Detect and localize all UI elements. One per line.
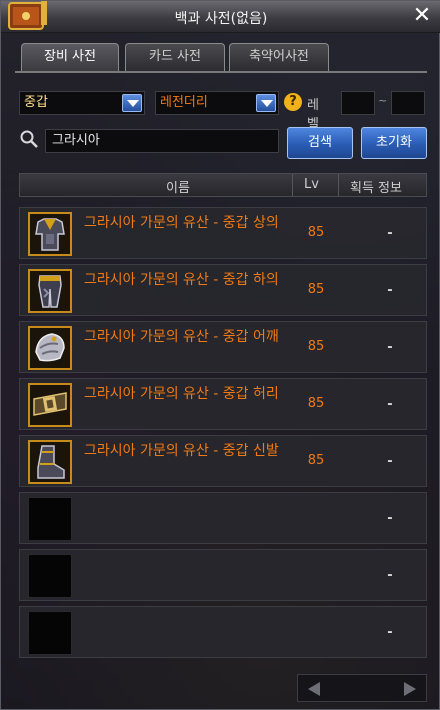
rarity-select[interactable]: 레전더리 — [155, 91, 279, 115]
item-level: 85 — [307, 282, 325, 297]
table-row[interactable]: 그라시아 가문의 유산 - 중갑 신발 85 - — [19, 435, 427, 487]
level-min-input[interactable] — [341, 91, 375, 115]
magnifier-icon — [20, 130, 38, 148]
search-button[interactable]: 검색 — [287, 127, 353, 159]
item-name: 그라시아 가문의 유산 - 중갑 하의 — [84, 272, 279, 288]
armor-type-select[interactable]: 중갑 — [19, 91, 145, 115]
table-row[interactable]: 그라시아 가문의 유산 - 중갑 상의 85 - — [19, 207, 427, 259]
window-title: 백과 사전(없음) — [174, 11, 268, 27]
item-name: 그라시아 가문의 유산 - 중갑 허리 — [84, 386, 279, 402]
table-row[interactable]: - — [19, 606, 427, 658]
acquisition-info: - — [387, 568, 393, 583]
pager — [297, 674, 427, 702]
triangle-left-icon[interactable] — [304, 679, 324, 699]
acquisition-info: - — [387, 625, 393, 640]
title-bar[interactable]: 백과 사전(없음) ✕ — [1, 1, 440, 33]
acquisition-info: - — [387, 397, 393, 412]
acquisition-info: - — [387, 340, 393, 355]
empty-item-slot — [28, 497, 72, 541]
level-range-separator: ~ — [378, 94, 388, 107]
heavy-armor-shoulder-icon — [28, 326, 72, 370]
item-level: 85 — [307, 339, 325, 354]
tab-divider — [15, 71, 427, 73]
empty-item-slot — [28, 554, 72, 598]
level-max-input[interactable] — [391, 91, 425, 115]
heavy-armor-top-icon — [28, 212, 72, 256]
chevron-down-icon — [256, 94, 276, 112]
heavy-armor-bottom-icon — [28, 269, 72, 313]
tab-equipment[interactable]: 장비 사전 — [21, 43, 119, 71]
armor-type-value: 중갑 — [24, 95, 48, 110]
header-level: Lv — [304, 177, 319, 192]
acquisition-info: - — [387, 454, 393, 469]
table-row[interactable]: - — [19, 492, 427, 544]
tab-cards[interactable]: 카드 사전 — [125, 43, 225, 71]
table-row[interactable]: - — [19, 549, 427, 601]
item-name: 그라시아 가문의 유산 - 중갑 어깨 — [84, 329, 279, 345]
search-input[interactable]: 그라시아 — [45, 129, 279, 153]
table-row[interactable]: 그라시아 가문의 유산 - 중갑 하의 85 - — [19, 264, 427, 316]
item-level: 85 — [307, 453, 325, 468]
acquisition-info: - — [387, 511, 393, 526]
header-info: 획득 정보 — [350, 181, 402, 196]
heavy-armor-shoes-icon — [28, 440, 72, 484]
table-header: 이름 Lv 획득 정보 — [19, 173, 427, 197]
item-level: 85 — [307, 396, 325, 411]
heavy-armor-belt-icon — [28, 383, 72, 427]
reset-button[interactable]: 초기화 — [361, 127, 427, 159]
table-row[interactable]: 그라시아 가문의 유산 - 중갑 허리 85 - — [19, 378, 427, 430]
help-icon[interactable]: ? — [284, 93, 302, 111]
header-name: 이름 — [166, 181, 190, 196]
encyclopedia-window: 백과 사전(없음) ✕ 장비 사전 카드 사전 축약어사전 중갑 레전더리 ? … — [0, 0, 440, 710]
chevron-down-icon — [122, 94, 142, 112]
item-level: 85 — [307, 225, 325, 240]
tab-abbreviations[interactable]: 축약어사전 — [229, 43, 329, 71]
close-button[interactable]: ✕ — [411, 5, 433, 27]
header-divider — [338, 174, 339, 196]
table-row[interactable]: 그라시아 가문의 유산 - 중갑 어깨 85 - — [19, 321, 427, 373]
item-name: 그라시아 가문의 유산 - 중갑 상의 — [84, 215, 279, 231]
empty-item-slot — [28, 611, 72, 655]
header-divider — [292, 174, 293, 196]
acquisition-info: - — [387, 283, 393, 298]
triangle-right-icon[interactable] — [400, 679, 420, 699]
rarity-value: 레전더리 — [160, 95, 208, 110]
item-name: 그라시아 가문의 유산 - 중갑 신발 — [84, 443, 279, 459]
acquisition-info: - — [387, 226, 393, 241]
